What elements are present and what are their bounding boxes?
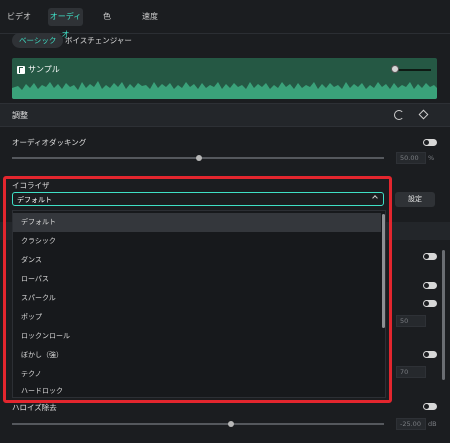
noise-slider-thumb[interactable] — [228, 421, 234, 427]
panel-scrollbar[interactable] — [442, 250, 445, 380]
noise-slider[interactable] — [12, 423, 384, 425]
clip-name: サンプル — [28, 65, 60, 74]
noise-value[interactable]: -25.00 — [396, 418, 426, 430]
ducking-toggle[interactable] — [423, 139, 437, 146]
volume-line — [396, 69, 431, 71]
noise-toggle[interactable] — [423, 403, 437, 410]
tab-color[interactable]: 色 — [97, 8, 117, 26]
toggle-1[interactable] — [423, 253, 437, 260]
subtab-voice-changer[interactable]: ボイスチェンジャー — [58, 33, 139, 48]
toggle-4[interactable] — [423, 351, 437, 358]
ducking-unit: % — [428, 154, 435, 162]
music-note-icon — [17, 66, 25, 74]
toggle-2[interactable] — [423, 282, 437, 289]
toggle-3[interactable] — [423, 300, 437, 307]
reset-icon[interactable] — [394, 110, 404, 120]
equalizer-settings-button[interactable]: 設定 — [395, 192, 435, 207]
ducking-value[interactable]: 50.00 — [396, 152, 426, 164]
subtab-basic[interactable]: ベーシック — [12, 33, 64, 48]
hidden-value-1[interactable]: 50 — [396, 315, 426, 327]
noise-removal-label: ハロイズ除去 — [12, 403, 57, 412]
waveform-graphic — [12, 81, 437, 99]
noise-unit: dB — [428, 420, 437, 428]
top-tab-bar: ビデオ オーディオ 色 速度 — [0, 0, 450, 39]
tab-audio[interactable]: オーディオ — [48, 8, 83, 39]
keyframe-icon[interactable] — [418, 109, 429, 120]
section-title: 調整 — [12, 111, 28, 120]
audio-waveform[interactable]: サンプル — [12, 58, 437, 99]
highlight-frame — [3, 176, 392, 403]
tab-speed[interactable]: 速度 — [138, 8, 162, 26]
ducking-slider-thumb[interactable] — [196, 155, 202, 161]
tab-video[interactable]: ビデオ — [4, 8, 34, 26]
volume-handle[interactable] — [391, 65, 399, 73]
adjust-section-header: 調整 — [0, 103, 450, 127]
hidden-value-2[interactable]: 70 — [396, 366, 426, 378]
ducking-label: オーディオダッキング — [12, 138, 87, 147]
